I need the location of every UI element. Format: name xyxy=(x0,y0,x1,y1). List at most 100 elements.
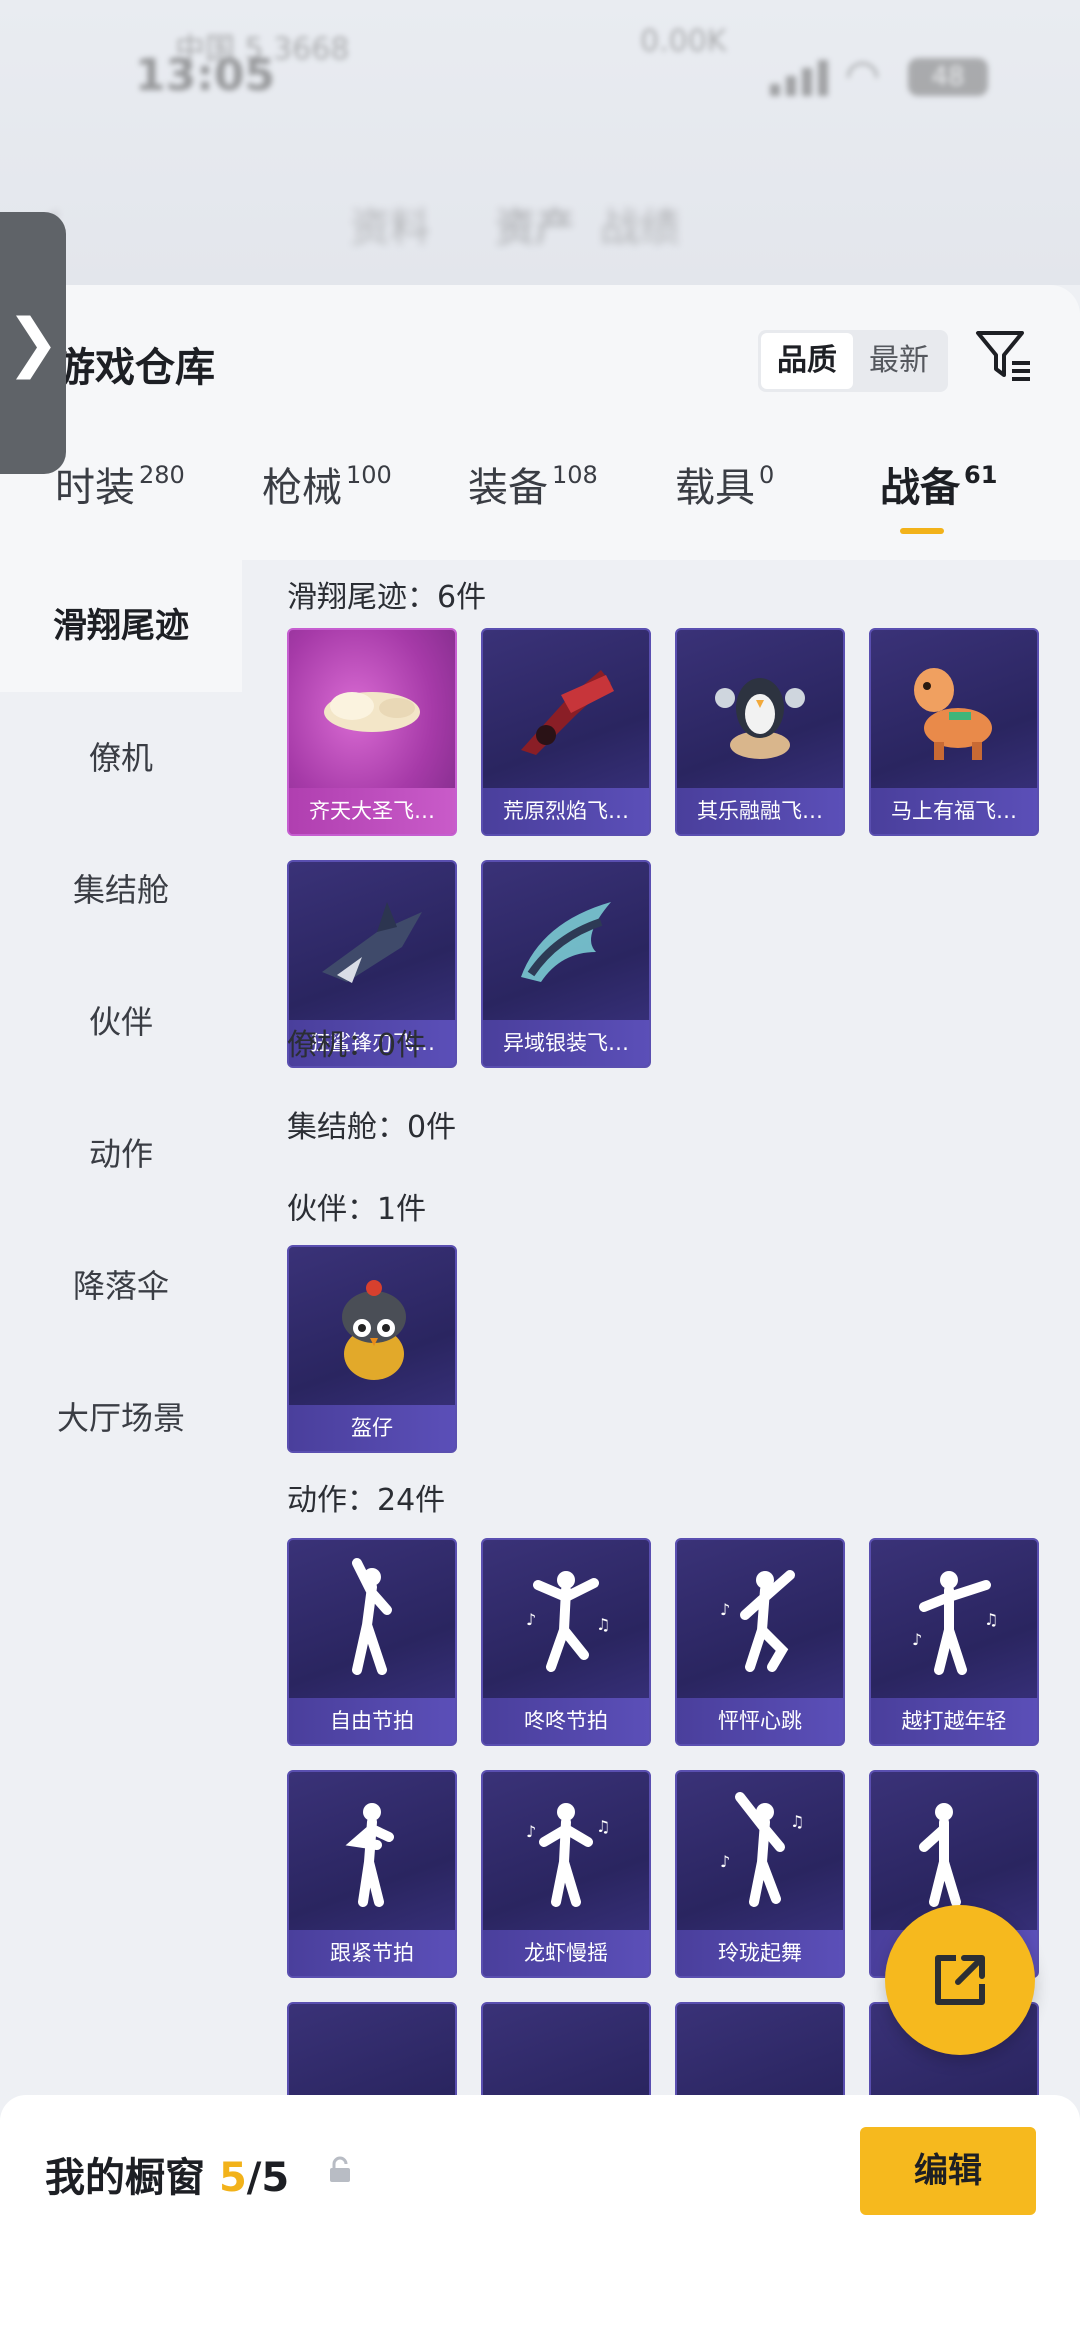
sort-newest[interactable]: 最新 xyxy=(853,333,945,389)
tab-active-indicator xyxy=(900,528,944,534)
section-title-emote: 动作：24件 xyxy=(287,1483,446,1518)
share-icon xyxy=(935,1955,985,2005)
wing-icon xyxy=(483,862,649,1022)
svg-text:♪: ♪ xyxy=(912,1630,922,1649)
item-name: 玲珑起舞 xyxy=(677,1930,843,1976)
filter-icon[interactable] xyxy=(972,325,1034,387)
dancer-icon: ♪ ♫ xyxy=(483,1772,649,1932)
svg-text:♫: ♫ xyxy=(984,1610,998,1629)
tab-count: 108 xyxy=(552,461,598,489)
item-card[interactable]: 齐天大圣飞… xyxy=(287,628,457,836)
tab-label: 装备 xyxy=(468,465,548,511)
sidebar-item-parachute[interactable]: 降落伞 xyxy=(0,1220,242,1352)
tab-count: 61 xyxy=(964,461,998,489)
showcase-label: 我的橱窗 5/5 xyxy=(45,2145,289,2203)
svg-text:♫: ♫ xyxy=(596,1615,610,1634)
section-title-partner: 伙伴：1件 xyxy=(287,1192,427,1227)
edit-button[interactable]: 编辑 xyxy=(860,2127,1036,2215)
sidebar-item-emote[interactable]: 动作 xyxy=(0,1088,242,1220)
tab-label: 战备 xyxy=(880,465,960,511)
status-bar: 中国 5 3668 13:05 0.00K ◠ 48 xyxy=(0,24,1080,110)
dancer-icon xyxy=(289,1540,455,1700)
item-name: 跟紧节拍 xyxy=(289,1930,455,1976)
horse-icon xyxy=(871,630,1037,790)
item-name: 马上有福飞… xyxy=(871,788,1037,834)
tab-label: 时装 xyxy=(55,465,135,511)
item-card[interactable]: 异域银装飞… xyxy=(481,860,651,1068)
top-bar: 中国 5 3668 13:05 0.00K ◠ 48 ‹ 资料 资产 战绩 xyxy=(0,0,1080,285)
item-name: 其乐融融飞… xyxy=(677,788,843,834)
svg-text:♫: ♫ xyxy=(596,1817,610,1836)
sort-toggle: 品质 最新 xyxy=(758,330,948,392)
page-title: 游戏仓库 xyxy=(55,345,215,391)
dancer-icon: ♪ xyxy=(677,1540,843,1700)
item-card[interactable]: 跟紧节拍 xyxy=(287,1770,457,1978)
sidebar-item-wingman[interactable]: 僚机 xyxy=(0,692,242,824)
status-center: 0.00K xyxy=(640,24,727,59)
tab-vehicles[interactable]: 载具 0 xyxy=(675,455,774,513)
tab-count: 0 xyxy=(759,461,775,489)
lock-icon xyxy=(330,2156,350,2182)
item-card[interactable]: ♪ ♫ 咚咚节拍 xyxy=(481,1538,651,1746)
sidebar-item-lobby-scene[interactable]: 大厅场景 xyxy=(0,1352,242,1484)
tab-label: 载具 xyxy=(675,465,755,511)
item-card[interactable]: 其乐融融飞… xyxy=(675,628,845,836)
status-time: 13:05 xyxy=(135,50,276,101)
item-name: 咚咚节拍 xyxy=(483,1698,649,1744)
item-card[interactable]: ♪ ♫ 龙虾慢摇 xyxy=(481,1770,651,1978)
cloud-icon xyxy=(289,630,455,790)
penguin-icon xyxy=(677,630,843,790)
item-name: 荒原烈焰飞… xyxy=(483,788,649,834)
item-card[interactable]: 盔仔 xyxy=(287,1245,457,1453)
showcase-title: 我的橱窗 xyxy=(45,2155,205,2201)
tab-equipment[interactable]: 装备 108 xyxy=(468,455,598,513)
chevron-right-icon: ❯ xyxy=(6,306,60,380)
tab-label: 枪械 xyxy=(262,465,342,511)
sidebar-item-glide-trail[interactable]: 滑翔尾迹 xyxy=(0,560,242,692)
nav-tab-center[interactable]: 资产 xyxy=(495,195,575,253)
battery-icon: 48 xyxy=(908,58,988,96)
item-name: 龙虾慢摇 xyxy=(483,1930,649,1976)
sort-quality[interactable]: 品质 xyxy=(761,333,853,389)
nav-tab-right[interactable]: 战绩 xyxy=(600,195,680,253)
item-card[interactable]: ♪ 怦怦心跳 xyxy=(675,1538,845,1746)
section-title-rally-pod: 集结舱：0件 xyxy=(287,1110,457,1145)
tab-battle-gear[interactable]: 战备 61 xyxy=(880,455,997,513)
top-nav: ‹ 资料 资产 战绩 xyxy=(0,189,1080,255)
dancer-icon: ♪ ♫ xyxy=(677,1772,843,1932)
sheet-header: 游戏仓库 品质 最新 xyxy=(0,285,1080,405)
share-button[interactable] xyxy=(885,1905,1035,2055)
category-sidebar: 滑翔尾迹 僚机 集结舱 伙伴 动作 降落伞 大厅场景 xyxy=(0,560,242,2341)
item-card[interactable]: ♪ ♫ 越打越年轻 xyxy=(869,1538,1039,1746)
dancer-icon xyxy=(289,1772,455,1932)
shark-icon xyxy=(289,862,455,1022)
showcase-count-used: 5 xyxy=(218,2155,247,2201)
item-card[interactable]: ♪ ♫ 玲珑起舞 xyxy=(675,1770,845,1978)
signal-icon xyxy=(770,60,830,96)
svg-text:♪: ♪ xyxy=(526,1822,536,1841)
item-name: 齐天大圣飞… xyxy=(289,788,455,834)
item-name: 盔仔 xyxy=(289,1405,455,1451)
item-card[interactable]: 荒原烈焰飞… xyxy=(481,628,651,836)
item-name: 自由节拍 xyxy=(289,1698,455,1744)
sidebar-item-partner[interactable]: 伙伴 xyxy=(0,956,242,1088)
glider-icon xyxy=(483,630,649,790)
svg-text:♪: ♪ xyxy=(526,1610,536,1629)
section-title-glide-trail: 滑翔尾迹：6件 xyxy=(287,580,487,615)
item-name: 越打越年轻 xyxy=(871,1698,1037,1744)
item-card[interactable]: 自由节拍 xyxy=(287,1538,457,1746)
item-name: 异域银装飞… xyxy=(483,1020,649,1066)
tab-count: 100 xyxy=(346,461,392,489)
tab-guns[interactable]: 枪械 100 xyxy=(262,455,392,513)
svg-text:♫: ♫ xyxy=(790,1812,804,1831)
tab-fashion[interactable]: 时装 280 xyxy=(55,455,185,513)
showcase-count-total: /5 xyxy=(246,2155,290,2201)
svg-text:♪: ♪ xyxy=(720,1600,730,1619)
side-expand-handle[interactable]: ❯ xyxy=(0,212,66,474)
sidebar-item-rally-pod[interactable]: 集结舱 xyxy=(0,824,242,956)
nav-tab-left[interactable]: 资料 xyxy=(350,195,430,253)
category-tabs: 时装 280 枪械 100 装备 108 载具 0 战备 61 xyxy=(0,455,1080,545)
showcase-bar: 我的橱窗 5/5 编辑 xyxy=(0,2095,1080,2341)
item-card[interactable]: 马上有福飞… xyxy=(869,628,1039,836)
section-title-wingman: 僚机：0件 xyxy=(287,1028,427,1063)
